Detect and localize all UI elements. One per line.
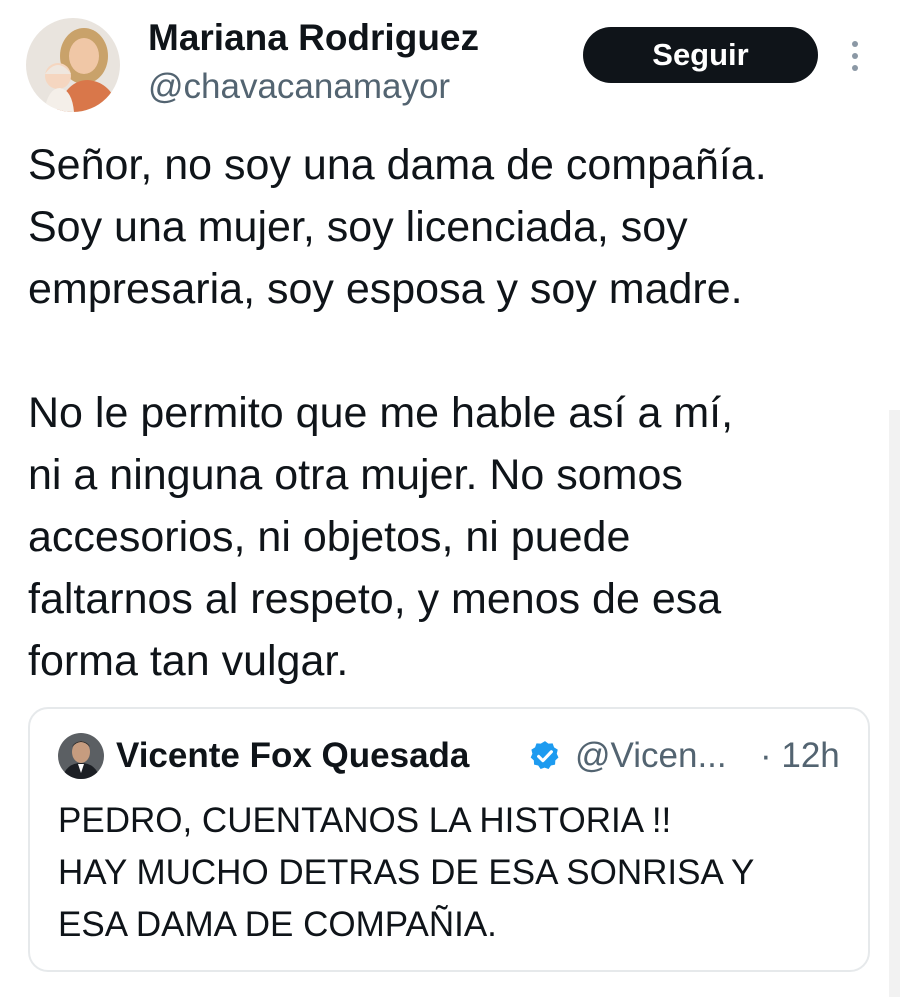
tweet-line: accesorios, ni objetos, ni puede (28, 513, 631, 561)
tweet-line: Señor, no soy una dama de compañía. (28, 141, 767, 189)
author-handle[interactable]: @chavacanamayor (148, 66, 450, 108)
author-name[interactable]: Mariana Rodriguez (148, 16, 479, 60)
quoted-tweet-line: HAY MUCHO DETRAS DE ESA SONRISA Y (58, 853, 755, 892)
quoted-tweet-line: PEDRO, CUENTANOS LA HISTORIA !! (58, 801, 672, 840)
quoted-author-avatar-image (58, 733, 104, 779)
tweet-paragraph: No le permito que me hable así a mí, ni … (28, 382, 878, 692)
author-avatar-image (26, 18, 120, 112)
quoted-author-avatar[interactable] (58, 733, 104, 779)
author-avatar[interactable] (26, 18, 120, 112)
quoted-tweet-text: PEDRO, CUENTANOS LA HISTORIA !! HAY MUCH… (58, 795, 858, 951)
verified-badge-icon (528, 739, 562, 773)
follow-button-label: Seguir (652, 37, 749, 72)
tweet-line: Soy una mujer, soy licenciada, soy (28, 203, 688, 251)
quoted-tweet-time[interactable]: · 12h (760, 733, 840, 779)
tweet-line: No le permito que me hable así a mí, (28, 389, 734, 437)
tweet-line: forma tan vulgar. (28, 637, 349, 685)
more-vertical-icon[interactable] (838, 36, 872, 76)
quoted-author-handle[interactable]: @Vicen... (575, 733, 727, 779)
tweet-paragraph: Señor, no soy una dama de compañía. Soy … (28, 134, 878, 320)
tweet-line: ni a ninguna otra mujer. No somos (28, 451, 683, 499)
follow-button[interactable]: Seguir (583, 27, 818, 83)
quoted-tweet-line: ESA DAMA DE COMPAÑIA. (58, 905, 497, 944)
tweet-text: Señor, no soy una dama de compañía. Soy … (28, 134, 878, 692)
tweet-line: empresaria, soy esposa y soy madre. (28, 265, 743, 313)
quoted-tweet-card[interactable]: Vicente Fox Quesada @Vicen... · 12h PEDR… (28, 707, 870, 972)
quoted-author-name[interactable]: Vicente Fox Quesada (116, 733, 469, 779)
tweet-line: faltarnos al respeto, y menos de esa (28, 575, 722, 623)
scrollbar[interactable] (889, 410, 900, 997)
